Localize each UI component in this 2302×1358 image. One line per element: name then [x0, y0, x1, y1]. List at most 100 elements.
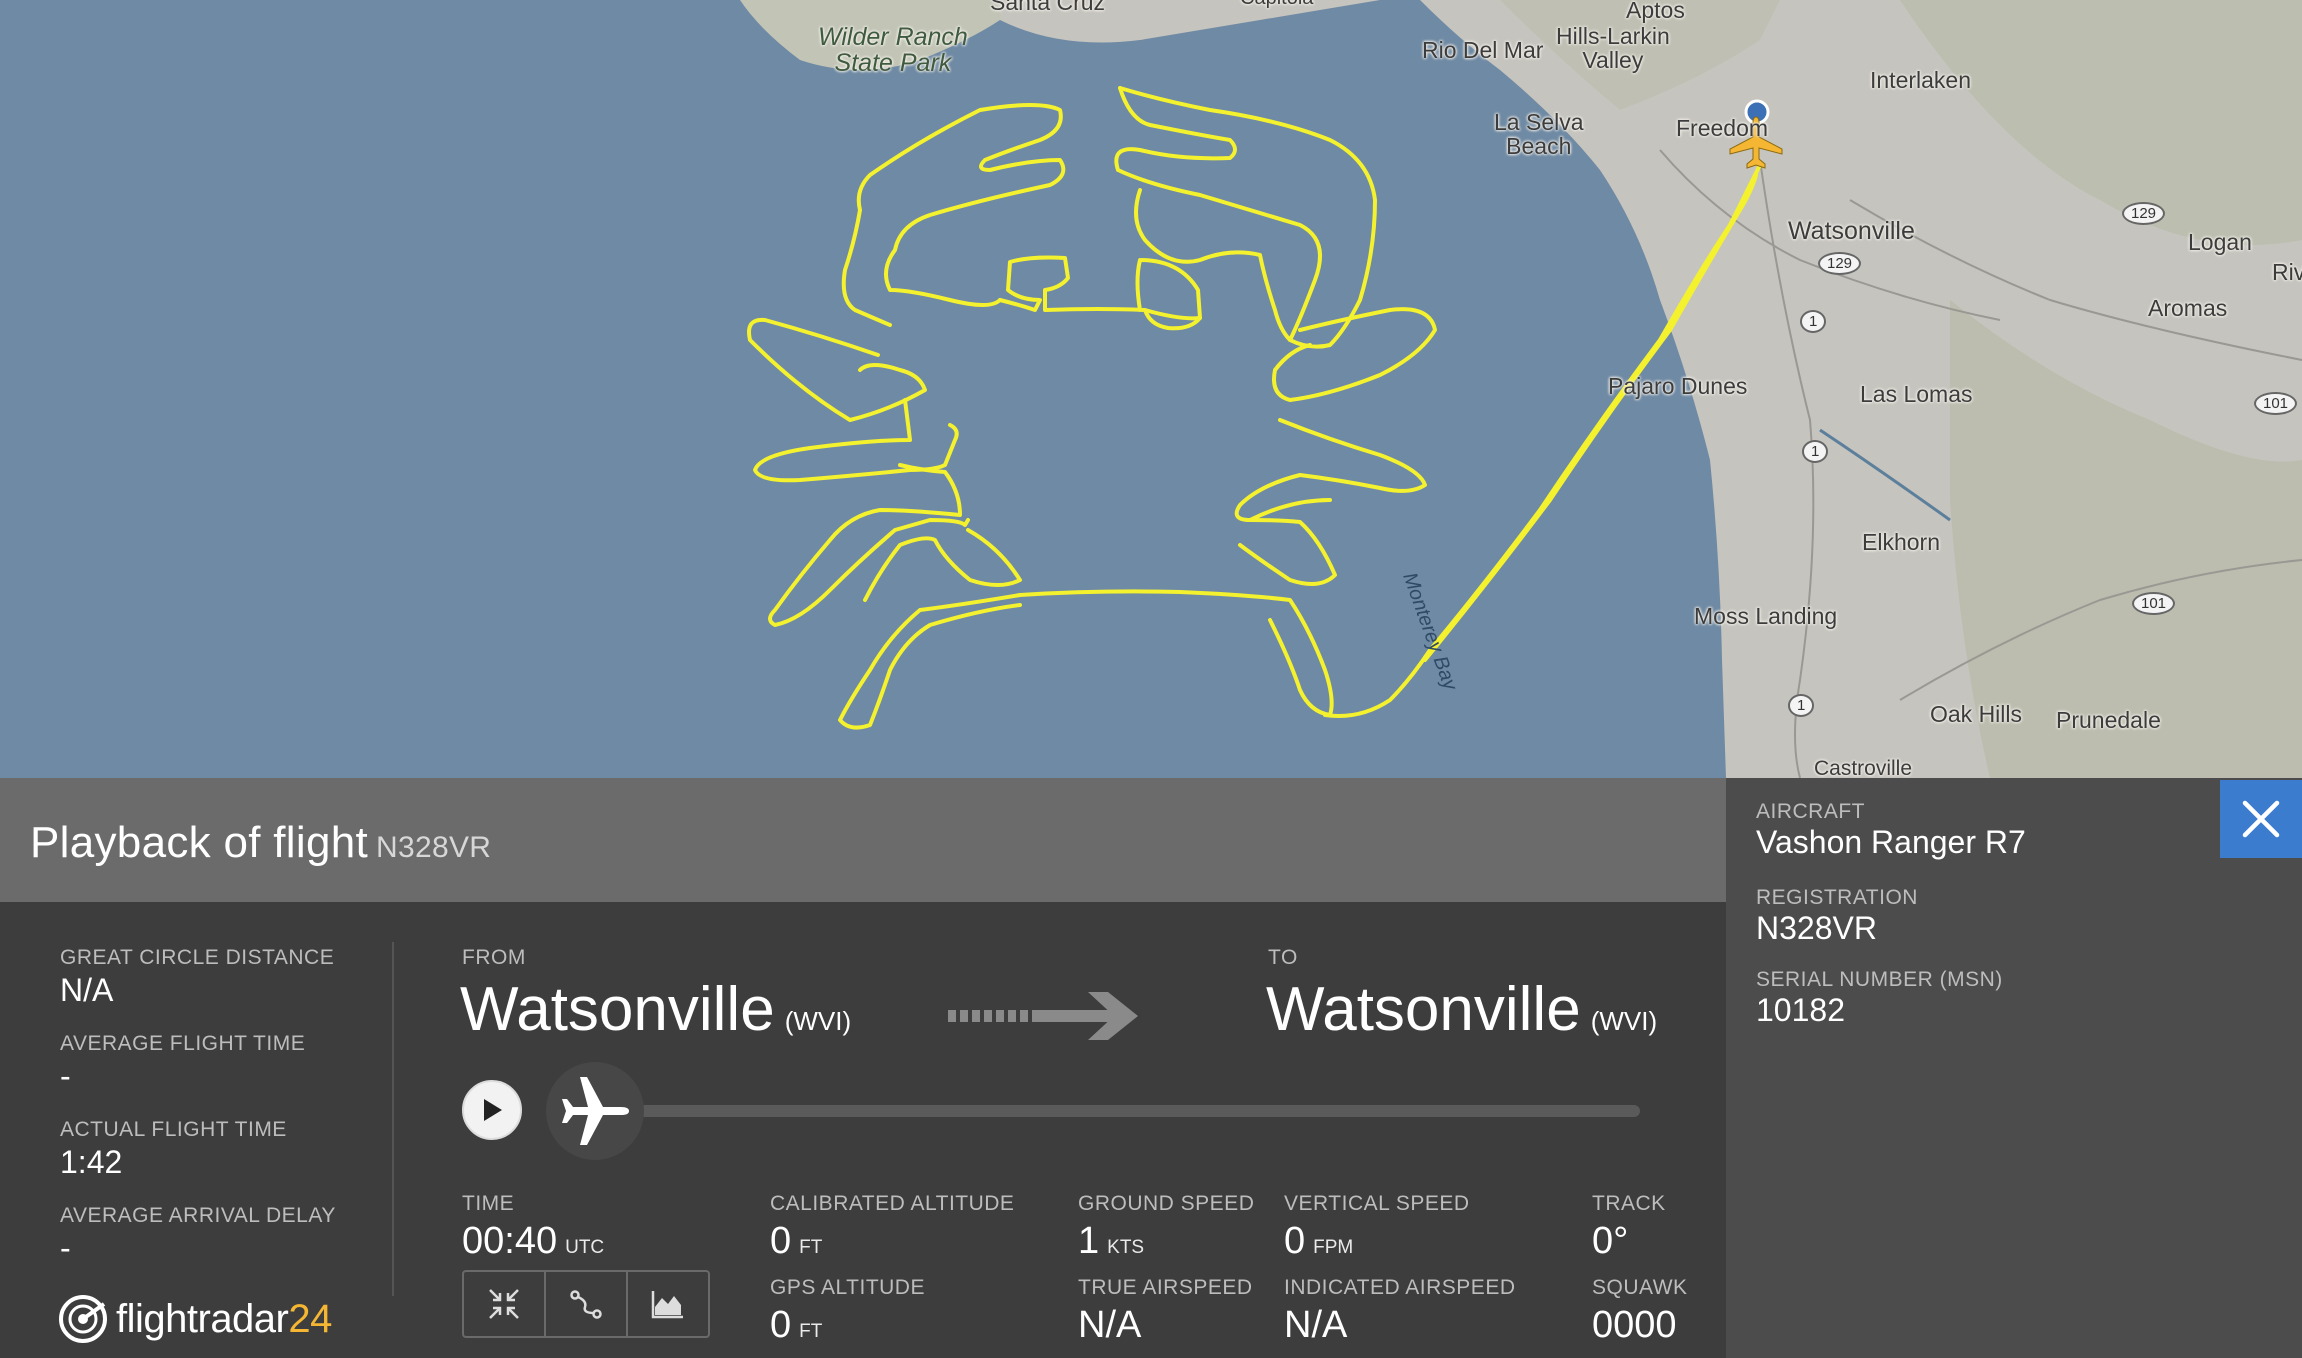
collapse-button[interactable] — [464, 1272, 546, 1336]
place-santa-cruz: Santa Cruz — [990, 0, 1106, 15]
place-aromas: Aromas — [2148, 295, 2228, 321]
playback-header: Playback of flight N328VR — [0, 778, 1726, 902]
registration-label: REGISTRATION — [1756, 886, 1918, 909]
highway-shield: 129 — [2122, 202, 2166, 225]
calibrated-altitude-unit: FT — [799, 1237, 823, 1258]
place-oak-hills: Oak Hills — [1930, 701, 2023, 727]
aircraft-value: Vashon Ranger R7 — [1756, 824, 2026, 860]
serial-number-label: SERIAL NUMBER (MSN) — [1756, 968, 2003, 991]
logo-text-number: 24 — [288, 1296, 332, 1341]
close-icon — [2242, 800, 2280, 838]
route-icon — [570, 1290, 602, 1319]
playback-tools — [462, 1270, 710, 1338]
highway-shield: 101 — [2254, 392, 2298, 415]
close-button[interactable] — [2220, 780, 2302, 858]
average-flight-time-value: - — [60, 1058, 71, 1094]
aircraft-label: AIRCRAFT — [1756, 800, 1865, 823]
playback-panel: GREAT CIRCLE DISTANCE N/A AVERAGE FLIGHT… — [0, 902, 1726, 1358]
vertical-speed-value: 0 FPM — [1284, 1220, 1353, 1263]
calibrated-altitude-value: 0 FT — [770, 1220, 822, 1263]
place-la-selva-beach: La Selva Beach — [1494, 109, 1584, 160]
serial-number-value: 10182 — [1756, 992, 1845, 1028]
calibrated-altitude-label: CALIBRATED ALTITUDE — [770, 1192, 1015, 1215]
flight-map[interactable]: Santa Cruz Capitola Wilder Ranch State P… — [0, 0, 2302, 778]
route-button[interactable] — [546, 1272, 628, 1336]
time-value: 00:40 UTC — [462, 1220, 604, 1263]
timeline-track[interactable] — [600, 1105, 1640, 1117]
place-las-lomas: Las Lomas — [1860, 381, 1973, 407]
time-unit: UTC — [565, 1237, 605, 1258]
radar-logo-icon — [59, 1295, 107, 1343]
place-elkhorn: Elkhorn — [1862, 529, 1940, 555]
timeline-handle[interactable] — [546, 1062, 644, 1160]
gps-altitude-value: 0 FT — [770, 1304, 822, 1347]
place-castroville: Castroville — [1814, 757, 1913, 778]
from-city: Watsonville (WVI) — [460, 974, 851, 1045]
stats-divider — [392, 942, 394, 1296]
calibrated-altitude-number: 0 — [770, 1220, 792, 1262]
time-value-text: 00:40 — [462, 1220, 558, 1262]
vertical-speed-number: 0 — [1284, 1220, 1306, 1262]
indicated-airspeed-label: INDICATED AIRSPEED — [1284, 1276, 1516, 1299]
great-circle-distance-label: GREAT CIRCLE DISTANCE — [60, 946, 335, 969]
place-capitola: Capitola — [1240, 0, 1313, 9]
gps-altitude-label: GPS ALTITUDE — [770, 1276, 925, 1299]
airplane-icon — [562, 1077, 629, 1145]
time-label: TIME — [462, 1192, 515, 1215]
squawk-value: 0000 — [1592, 1304, 1677, 1346]
logo-text-main: flightradar — [116, 1296, 289, 1341]
place-freedom: Freedom — [1676, 115, 1769, 141]
place-logan: Logan — [2188, 229, 2252, 255]
highway-shield: 129 — [1818, 252, 1862, 275]
playback-title-text: Playback of flight — [30, 818, 369, 867]
indicated-airspeed-value: N/A — [1284, 1304, 1348, 1346]
squawk-label: SQUAWK — [1592, 1276, 1688, 1299]
playback-registration: N328VR — [376, 831, 492, 864]
place-interlaken: Interlaken — [1870, 67, 1972, 93]
to-label: TO — [1268, 946, 1298, 969]
actual-flight-time-value: 1:42 — [60, 1144, 123, 1180]
place-moss-landing: Moss Landing — [1694, 603, 1838, 629]
registration-value: N328VR — [1756, 910, 1877, 946]
place-watsonville: Watsonville — [1788, 217, 1915, 245]
ground-speed-label: GROUND SPEED — [1078, 1192, 1255, 1215]
true-airspeed-value: N/A — [1078, 1304, 1142, 1346]
to-airport-code: (WVI) — [1590, 1006, 1658, 1036]
graph-button[interactable] — [628, 1272, 708, 1336]
from-label: FROM — [462, 946, 526, 969]
place-aptos: Aptos — [1626, 0, 1685, 23]
play-button[interactable] — [462, 1080, 522, 1140]
great-circle-distance-value: N/A — [60, 972, 114, 1008]
ground-speed-unit: KTS — [1107, 1237, 1145, 1258]
from-city-name: Watsonville — [460, 975, 775, 1044]
track-label: TRACK — [1592, 1192, 1666, 1215]
to-city-name: Watsonville — [1266, 975, 1581, 1044]
average-arrival-delay-value: - — [60, 1230, 71, 1266]
place-rio-del-mar: Rio Del Mar — [1422, 37, 1544, 63]
gps-altitude-number: 0 — [770, 1304, 792, 1346]
track-value: 0° — [1592, 1220, 1629, 1262]
vertical-speed-unit: FPM — [1313, 1237, 1354, 1258]
place-aptos-hills: Hills-Larkin Valley — [1556, 23, 1670, 74]
true-airspeed-label: TRUE AIRSPEED — [1078, 1276, 1253, 1299]
place-prunedale: Prunedale — [2056, 707, 2161, 733]
average-arrival-delay-label: AVERAGE ARRIVAL DELAY — [60, 1204, 336, 1227]
gps-altitude-unit: FT — [799, 1321, 823, 1342]
vertical-speed-label: VERTICAL SPEED — [1284, 1192, 1470, 1215]
play-icon — [484, 1099, 502, 1121]
place-riv: Riv — [2272, 259, 2302, 285]
average-flight-time-label: AVERAGE FLIGHT TIME — [60, 1032, 306, 1055]
from-airport-code: (WVI) — [784, 1006, 852, 1036]
flightradar24-logo[interactable]: flightradar24 — [58, 1294, 332, 1344]
ground-speed-number: 1 — [1078, 1220, 1100, 1262]
collapse-icon — [489, 1289, 519, 1319]
actual-flight-time-label: ACTUAL FLIGHT TIME — [60, 1118, 287, 1141]
graph-icon — [651, 1291, 683, 1319]
flight-track — [747, 86, 1762, 730]
ground-speed-value: 1 KTS — [1078, 1220, 1144, 1263]
to-city: Watsonville (WVI) — [1266, 974, 1657, 1045]
highway-shield: 101 — [2132, 592, 2176, 615]
place-pajaro-dunes: Pajaro Dunes — [1608, 373, 1748, 399]
logo-text: flightradar24 — [116, 1297, 332, 1342]
route-arrow-icon — [948, 992, 1138, 1040]
